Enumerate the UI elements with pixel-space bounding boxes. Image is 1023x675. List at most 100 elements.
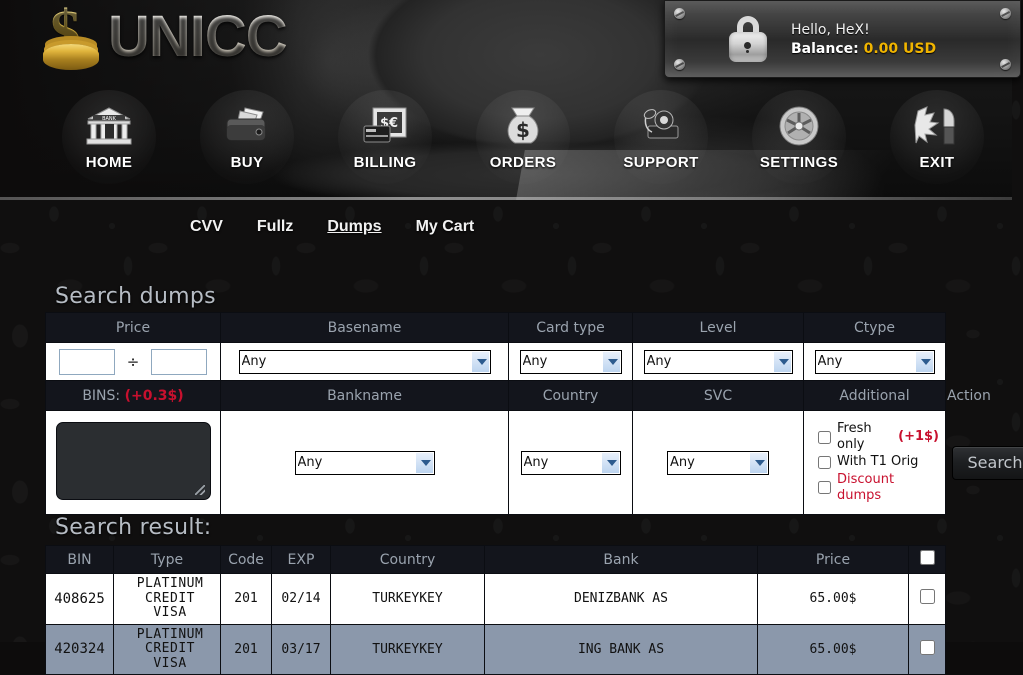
cell-bank: DENIZBANK AS (484, 573, 758, 625)
select-all-checkbox[interactable] (919, 550, 935, 565)
wallet-cash-icon (223, 102, 271, 150)
form-header-row-1: Price Basename Card type Level Ctype (45, 312, 946, 343)
bankname-cell: Any (220, 410, 509, 515)
tab-cvv[interactable]: CVV (190, 218, 223, 236)
table-row[interactable]: 420324 PLATINUM CREDIT VISA 201 03/17 TU… (45, 623, 946, 675)
balance-label: Balance: (791, 40, 859, 57)
cell-code: 201 (220, 623, 272, 675)
col-header-svc: SVC (632, 380, 804, 411)
search-section-title: Search dumps (55, 284, 216, 309)
nav-item-billing[interactable]: $€ BILLING (338, 90, 432, 184)
bins-label: BINS: (82, 387, 121, 404)
col-header-bank: Bank (484, 545, 758, 574)
col-header-select-all (908, 545, 946, 574)
row-select-checkbox[interactable] (919, 639, 935, 655)
screw-icon (1000, 59, 1011, 70)
with-t1-orig-checkbox[interactable] (818, 456, 831, 469)
nav-label-exit: EXIT (919, 154, 955, 171)
nav-item-orders[interactable]: $ ORDERS (476, 90, 570, 184)
checkbox-discount-dumps[interactable]: Discount dumps (818, 472, 939, 505)
cell-bin: 408625 (45, 573, 114, 625)
bullet-icon (914, 102, 960, 150)
screw-icon (674, 59, 685, 70)
form-input-row-1: ÷ Any Any Any Any (45, 342, 946, 381)
cell-country: TURKEYKEY (330, 573, 485, 625)
level-cell: Any (632, 342, 804, 381)
nav-item-home[interactable]: BANK HOME (62, 90, 156, 184)
col-header-price: Price (757, 545, 909, 574)
price-cell: ÷ (45, 342, 221, 381)
col-header-code: Code (220, 545, 272, 574)
nav-item-support[interactable]: SUPPORT (614, 90, 708, 184)
discount-dumps-label: Discount dumps (837, 471, 895, 503)
country-cell: Any (508, 410, 633, 515)
nav-label-billing: BILLING (353, 154, 417, 171)
col-header-card-type: Card type (508, 312, 633, 343)
basename-select[interactable]: Any (238, 349, 491, 374)
svc-select[interactable]: Any (667, 450, 769, 475)
brand-name: UNICC (108, 3, 288, 69)
telephone-icon (638, 102, 684, 150)
nav-label-support: SUPPORT (623, 154, 699, 171)
svc-cell: Any (632, 410, 804, 515)
cell-select (908, 573, 946, 625)
results-section-title: Search result: (55, 515, 212, 540)
nav-label-home: HOME (85, 154, 133, 171)
cell-price: 65.00$ (757, 573, 909, 625)
basename-cell: Any (220, 342, 509, 381)
nav-label-buy: BUY (230, 154, 264, 171)
nav-label-orders: ORDERS (489, 154, 557, 171)
tab-fullz[interactable]: Fullz (257, 218, 293, 236)
nav-item-settings[interactable]: SETTINGS (752, 90, 846, 184)
cell-bin: 420324 (45, 623, 114, 675)
tab-my-cart[interactable]: My Cart (416, 218, 475, 236)
cell-type: PLATINUM CREDIT VISA (113, 623, 221, 675)
site-logo[interactable]: $ UNICC (40, 2, 288, 72)
bankname-select[interactable]: Any (294, 450, 435, 475)
col-header-bin: BIN (45, 545, 114, 574)
col-header-bankname: Bankname (220, 380, 509, 411)
ctype-cell: Any (803, 342, 946, 381)
col-header-exp: EXP (271, 545, 331, 574)
cell-bank: ING BANK AS (484, 623, 758, 675)
table-row[interactable]: 408625 PLATINUM CREDIT VISA 201 02/14 TU… (45, 573, 946, 625)
nav-label-settings: SETTINGS (759, 154, 839, 171)
main-navigation: BANK HOME BUY $€ BILLING $ ORDERS SUPPOR… (0, 90, 1012, 200)
user-account-panel: Hello, HeX! Balance: 0.00 USD (664, 0, 1021, 78)
row-select-checkbox[interactable] (919, 589, 935, 605)
search-button[interactable]: Search (952, 445, 1023, 480)
price-separator: ÷ (126, 352, 140, 371)
dollar-coin-stack-icon: $ (40, 2, 102, 72)
card-type-cell: Any (508, 342, 633, 381)
additional-cell: Fresh only (+1$) With T1 Orig Discount d… (803, 410, 946, 515)
search-form-table: Price Basename Card type Level Ctype ÷ A… (45, 312, 1023, 515)
bins-fee: (+0.3$) (124, 387, 184, 404)
form-input-row-2: Any Any Any Fresh only (+1$) With T1 Ori… (45, 410, 1023, 515)
bins-cell (45, 410, 221, 515)
tab-dumps[interactable]: Dumps (327, 218, 381, 236)
bank-building-icon: BANK (86, 102, 132, 150)
checkbox-fresh-only[interactable]: Fresh only (+1$) (818, 421, 939, 454)
money-bag-icon: $ (502, 102, 544, 150)
price-from-input[interactable] (58, 348, 115, 375)
safe-dial-icon (778, 102, 820, 150)
fresh-only-fee: (+1$) (898, 429, 939, 444)
card-type-select[interactable]: Any (519, 349, 622, 374)
section-tabs: CVV Fullz Dumps My Cart (0, 210, 1012, 244)
level-select[interactable]: Any (643, 349, 793, 374)
atm-card-icon: $€ (362, 102, 408, 150)
ctype-select[interactable]: Any (814, 349, 935, 374)
fresh-only-checkbox[interactable] (818, 430, 831, 444)
cell-price: 65.00$ (757, 623, 909, 675)
bins-textarea[interactable] (55, 421, 211, 500)
price-to-input[interactable] (151, 348, 208, 375)
country-select[interactable]: Any (520, 450, 621, 475)
cell-exp: 02/14 (271, 573, 331, 625)
cell-code: 201 (220, 573, 272, 625)
nav-item-buy[interactable]: BUY (200, 90, 294, 184)
col-header-level: Level (632, 312, 804, 343)
checkbox-with-t1-orig[interactable]: With T1 Orig (818, 454, 939, 470)
discount-dumps-checkbox[interactable] (818, 481, 831, 495)
user-greeting: Hello, HeX! (791, 21, 870, 38)
nav-item-exit[interactable]: EXIT (890, 90, 984, 184)
